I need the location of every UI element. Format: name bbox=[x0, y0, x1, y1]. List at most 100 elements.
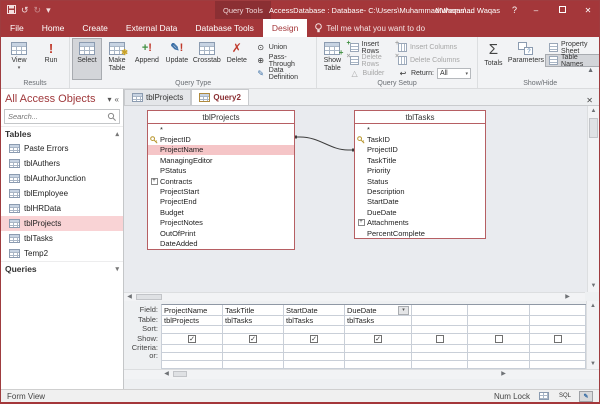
scroll-down-icon[interactable]: ▼ bbox=[587, 361, 599, 367]
field-row[interactable]: +Attachments bbox=[355, 218, 485, 228]
sort-cell[interactable] bbox=[468, 326, 529, 334]
criteria-cell[interactable] bbox=[468, 345, 529, 353]
field-row[interactable]: ProjectID bbox=[148, 134, 294, 144]
tab-external-data[interactable]: External Data bbox=[117, 19, 187, 37]
sort-cell[interactable] bbox=[162, 326, 222, 334]
sort-cell[interactable] bbox=[530, 326, 585, 334]
field-row[interactable]: ProjectID bbox=[355, 145, 485, 155]
field-row[interactable]: ProjectNotes bbox=[148, 218, 294, 228]
field-row[interactable]: Priority bbox=[355, 166, 485, 176]
checkbox-unchecked[interactable] bbox=[554, 335, 562, 343]
append-button[interactable]: +! Append bbox=[132, 38, 162, 80]
scroll-up-icon[interactable]: ▲ bbox=[588, 106, 599, 117]
show-cell[interactable] bbox=[468, 334, 529, 345]
field-row[interactable]: ManagingEditor bbox=[148, 155, 294, 165]
customize-qat-icon[interactable]: ▾ bbox=[46, 6, 51, 15]
sidebar-item-tblemployee[interactable]: tblEmployee bbox=[1, 186, 123, 201]
help-button[interactable]: ? bbox=[512, 5, 517, 15]
criteria-cell[interactable] bbox=[530, 345, 585, 353]
union-button[interactable]: ⊙ Union bbox=[252, 41, 314, 54]
sidebar-item-paste-errors[interactable]: Paste Errors bbox=[1, 141, 123, 156]
tab-design[interactable]: Design bbox=[263, 19, 307, 37]
delete-columns-button[interactable]: × Delete Columns bbox=[394, 54, 475, 67]
checkbox-checked[interactable]: ✓ bbox=[310, 335, 318, 343]
checkbox-checked[interactable]: ✓ bbox=[249, 335, 257, 343]
grid-vertical-scrollbar[interactable]: ▲ ▼ bbox=[586, 301, 599, 369]
make-table-button[interactable]: ✱ Make Table bbox=[102, 38, 132, 80]
field-row[interactable]: DateAdded bbox=[148, 238, 294, 248]
sidebar-group-tables[interactable]: Tables ▴ bbox=[1, 126, 123, 141]
minimize-button[interactable]: – bbox=[529, 6, 543, 15]
field-list-title[interactable]: tblProjects bbox=[148, 111, 294, 124]
scroll-thumb[interactable] bbox=[136, 294, 162, 300]
tables-collapse-icon[interactable]: ▴ bbox=[115, 130, 119, 138]
checkbox-unchecked[interactable] bbox=[436, 335, 444, 343]
show-cell[interactable]: ✓ bbox=[284, 334, 344, 345]
scroll-thumb[interactable] bbox=[589, 118, 598, 138]
design-view-button[interactable]: ✎ bbox=[579, 391, 593, 402]
insert-columns-button[interactable]: + Insert Columns bbox=[394, 41, 475, 54]
empty-cell[interactable] bbox=[412, 361, 467, 369]
data-definition-button[interactable]: ✎ Data Definition bbox=[252, 67, 314, 80]
show-cell[interactable] bbox=[412, 334, 467, 345]
field-cell[interactable]: StartDate bbox=[284, 305, 344, 316]
criteria-cell[interactable] bbox=[284, 345, 344, 353]
expand-icon[interactable]: + bbox=[148, 178, 160, 185]
checkbox-checked[interactable]: ✓ bbox=[188, 335, 196, 343]
field-row[interactable]: ProjectStart bbox=[148, 186, 294, 196]
empty-cell[interactable] bbox=[345, 361, 411, 369]
show-cell[interactable]: ✓ bbox=[345, 334, 411, 345]
empty-cell[interactable] bbox=[223, 361, 283, 369]
field-cell[interactable]: TaskTitle bbox=[223, 305, 283, 316]
field-row[interactable]: * bbox=[355, 124, 485, 134]
tell-me-box[interactable]: Tell me what you want to do bbox=[307, 19, 433, 37]
or-cell[interactable] bbox=[162, 353, 222, 361]
insert-rows-button[interactable]: + Insert Rows bbox=[346, 41, 394, 54]
criteria-cell[interactable] bbox=[412, 345, 467, 353]
shutter-bar-close-icon[interactable]: « bbox=[115, 95, 119, 104]
sidebar-item-tblauthorjunction[interactable]: tblAuthorJunction bbox=[1, 171, 123, 186]
tab-create[interactable]: Create bbox=[73, 19, 117, 37]
table-cell[interactable] bbox=[468, 316, 529, 326]
field-row[interactable]: StartDate bbox=[355, 197, 485, 207]
property-sheet-button[interactable]: Property Sheet bbox=[545, 41, 600, 54]
criteria-cell[interactable] bbox=[223, 345, 283, 353]
field-row[interactable]: Description bbox=[355, 186, 485, 196]
sort-cell[interactable] bbox=[412, 326, 467, 334]
field-row[interactable]: DueDate bbox=[355, 207, 485, 217]
nav-menu-dropdown-icon[interactable]: ▾ bbox=[108, 95, 112, 104]
datasheet-view-button[interactable] bbox=[537, 391, 551, 402]
or-cell[interactable] bbox=[345, 353, 411, 361]
parameters-button[interactable]: ? Parameters bbox=[507, 38, 545, 80]
field-row[interactable]: OutOfPrint bbox=[148, 228, 294, 238]
design-horizontal-scrollbar[interactable]: ◀ ▶ bbox=[124, 292, 585, 301]
scroll-up-icon[interactable]: ▲ bbox=[587, 303, 599, 309]
empty-cell[interactable] bbox=[284, 361, 344, 369]
scroll-down-icon[interactable]: ▼ bbox=[588, 281, 599, 292]
collapse-ribbon-icon[interactable]: ▲ bbox=[587, 67, 594, 74]
doc-tab-query2[interactable]: Query2 bbox=[191, 89, 249, 105]
table-cell[interactable]: tblTasks bbox=[223, 316, 283, 326]
show-cell[interactable] bbox=[530, 334, 585, 345]
scroll-left-icon[interactable]: ◀ bbox=[124, 293, 135, 301]
update-button[interactable]: ✎! Update bbox=[162, 38, 192, 80]
or-cell[interactable] bbox=[530, 353, 585, 361]
close-document-icon[interactable]: ✕ bbox=[580, 96, 599, 105]
query-tools-context-tab[interactable]: Query Tools bbox=[215, 1, 271, 19]
field-list-tbltasks[interactable]: tblTasks *TaskIDProjectIDTaskTitlePriori… bbox=[354, 110, 486, 239]
show-table-button[interactable]: + Show Table bbox=[319, 38, 345, 80]
save-icon[interactable] bbox=[7, 5, 16, 16]
checkbox-unchecked[interactable] bbox=[495, 335, 503, 343]
sidebar-item-tbltasks[interactable]: tblTasks bbox=[1, 231, 123, 246]
field-row[interactable]: +Contracts bbox=[148, 176, 294, 186]
search-input[interactable] bbox=[5, 112, 107, 121]
search-box[interactable] bbox=[4, 109, 120, 124]
field-row[interactable]: ProjectName bbox=[148, 145, 294, 155]
empty-cell[interactable] bbox=[468, 361, 529, 369]
builder-button[interactable]: △ Builder bbox=[346, 67, 394, 80]
user-name[interactable]: Muhammad Waqas bbox=[435, 6, 500, 15]
design-vertical-scrollbar[interactable]: ▲ ▼ bbox=[587, 106, 599, 292]
or-cell[interactable] bbox=[223, 353, 283, 361]
scroll-right-icon[interactable]: ▶ bbox=[498, 370, 509, 378]
expand-icon[interactable]: + bbox=[355, 219, 367, 226]
